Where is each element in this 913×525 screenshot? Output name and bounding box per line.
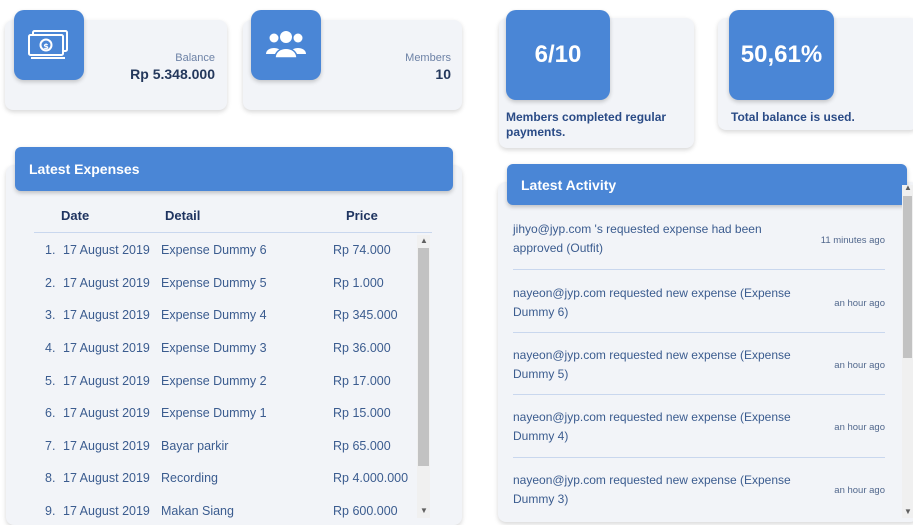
list-item[interactable]: jihyo@jyp.com 's requested expense had b…	[513, 220, 885, 260]
list-item[interactable]: nayeon@jyp.com requested new expense (Ex…	[513, 284, 885, 324]
row-price: Rp 345.000	[333, 308, 398, 322]
activity-title: Latest Activity	[521, 176, 617, 193]
activity-text: nayeon@jyp.com requested new expense (Ex…	[513, 473, 791, 506]
activity-text: jihyo@jyp.com 's requested expense had b…	[513, 222, 762, 255]
row-number: 5.	[45, 374, 56, 388]
usage-value: 50,61%	[729, 10, 834, 100]
header-divider	[34, 232, 432, 233]
activity-text: nayeon@jyp.com requested new expense (Ex…	[513, 348, 791, 381]
expenses-title: Latest Expenses	[29, 161, 140, 177]
row-price: Rp 17.000	[333, 374, 391, 388]
row-date: 17 August 2019	[63, 504, 150, 518]
table-row[interactable]: 5. 17 August 2019 Expense Dummy 2 Rp 17.…	[0, 374, 420, 394]
row-detail: Recording	[161, 471, 218, 485]
row-date: 17 August 2019	[63, 439, 150, 453]
row-number: 4.	[45, 341, 56, 355]
row-date: 17 August 2019	[63, 276, 150, 290]
row-price: Rp 1.000	[333, 276, 384, 290]
list-item[interactable]: nayeon@jyp.com requested new expense (Ex…	[513, 346, 885, 386]
activity-time: an hour ago	[834, 485, 885, 496]
row-date: 17 August 2019	[63, 471, 150, 485]
expenses-header: Latest Expenses	[15, 147, 453, 191]
row-detail: Expense Dummy 4	[161, 308, 267, 322]
activity-scroll-up-icon[interactable]: ▲	[904, 184, 912, 192]
row-price: Rp 36.000	[333, 341, 391, 355]
row-detail: Expense Dummy 3	[161, 341, 267, 355]
row-price: Rp 74.000	[333, 243, 391, 257]
members-value: 10	[435, 66, 451, 82]
activity-time: an hour ago	[834, 298, 885, 309]
col-price: Price	[346, 208, 378, 223]
list-item[interactable]: nayeon@jyp.com requested new expense (Ex…	[513, 471, 885, 511]
payments-value: 6/10	[506, 10, 610, 100]
table-row[interactable]: 6. 17 August 2019 Expense Dummy 1 Rp 15.…	[0, 406, 420, 426]
scroll-up-icon[interactable]: ▲	[420, 237, 428, 245]
row-price: Rp 15.000	[333, 406, 391, 420]
balance-label: Balance	[175, 52, 215, 64]
activity-divider	[513, 457, 885, 458]
activity-time: an hour ago	[834, 360, 885, 371]
table-row[interactable]: 4. 17 August 2019 Expense Dummy 3 Rp 36.…	[0, 341, 420, 361]
members-label: Members	[405, 52, 451, 64]
activity-divider	[513, 394, 885, 395]
table-row[interactable]: 3. 17 August 2019 Expense Dummy 4 Rp 345…	[0, 308, 420, 328]
row-price: Rp 4.000.000	[333, 471, 409, 485]
activity-text: nayeon@jyp.com requested new expense (Ex…	[513, 410, 791, 443]
row-date: 17 August 2019	[63, 406, 150, 420]
col-detail: Detail	[165, 208, 201, 223]
row-price: Rp 65.000	[333, 439, 391, 453]
row-date: 17 August 2019	[63, 308, 150, 322]
activity-scroll-down-icon[interactable]: ▼	[904, 508, 912, 516]
activity-scroll-thumb[interactable]	[903, 196, 912, 358]
row-number: 1.	[45, 243, 56, 257]
payments-caption: Members completed regular payments.	[506, 110, 667, 139]
row-detail: Bayar parkir	[161, 439, 229, 453]
row-number: 7.	[45, 439, 56, 453]
row-detail: Makan Siang	[161, 504, 234, 518]
table-row[interactable]: 2. 17 August 2019 Expense Dummy 5 Rp 1.0…	[0, 276, 420, 296]
activity-text: nayeon@jyp.com requested new expense (Ex…	[513, 286, 791, 319]
row-date: 17 August 2019	[63, 243, 150, 257]
table-row[interactable]: 1. 17 August 2019 Expense Dummy 6 Rp 74.…	[0, 243, 420, 263]
row-detail: Expense Dummy 1	[161, 406, 267, 420]
list-item[interactable]: nayeon@jyp.com requested new expense (Ex…	[513, 408, 885, 448]
activity-divider	[513, 269, 885, 270]
row-date: 17 August 2019	[63, 374, 150, 388]
balance-value: Rp 5.348.000	[130, 66, 215, 82]
activity-time: an hour ago	[834, 422, 885, 433]
row-detail: Expense Dummy 2	[161, 374, 267, 388]
row-price: Rp 600.000	[333, 504, 398, 518]
row-number: 8.	[45, 471, 56, 485]
table-row[interactable]: 9. 17 August 2019 Makan Siang Rp 600.000	[0, 504, 420, 524]
row-number: 9.	[45, 504, 56, 518]
row-number: 3.	[45, 308, 56, 322]
table-row[interactable]: 8. 17 August 2019 Recording Rp 4.000.000	[0, 471, 420, 491]
activity-header: Latest Activity	[507, 164, 907, 205]
expenses-scroll-thumb[interactable]	[418, 248, 429, 466]
activity-time: 11 minutes ago	[820, 235, 885, 246]
row-detail: Expense Dummy 6	[161, 243, 267, 257]
svg-text:$: $	[43, 42, 49, 51]
table-row[interactable]: 7. 17 August 2019 Bayar parkir Rp 65.000	[0, 439, 420, 459]
row-number: 6.	[45, 406, 56, 420]
usage-caption: Total balance is used.	[731, 110, 855, 124]
col-date: Date	[61, 208, 90, 223]
row-number: 2.	[45, 276, 56, 290]
activity-divider	[513, 332, 885, 333]
scroll-down-icon[interactable]: ▼	[420, 507, 428, 515]
row-detail: Expense Dummy 5	[161, 276, 267, 290]
row-date: 17 August 2019	[63, 341, 150, 355]
